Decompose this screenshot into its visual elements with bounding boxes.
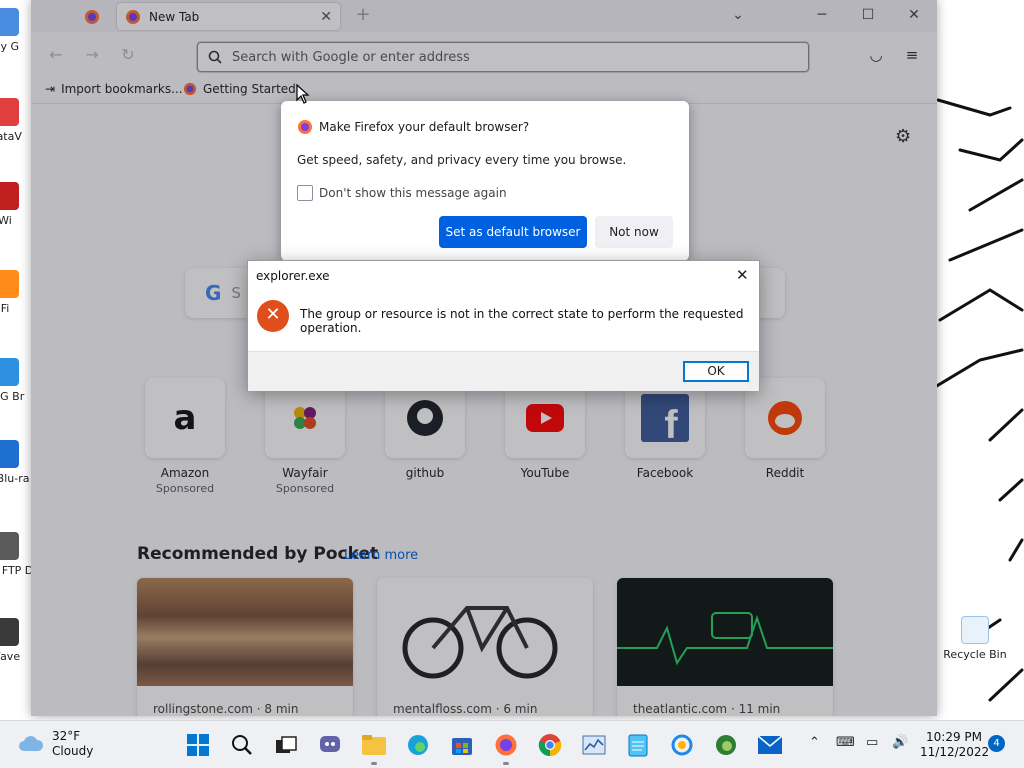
set-default-button[interactable]: Set as default browser (439, 216, 587, 248)
taskbar-edge[interactable] (402, 729, 434, 761)
modal-title: Make Firefox your default browser? (319, 120, 530, 134)
windows-icon (187, 734, 209, 756)
task-view-icon (276, 736, 297, 753)
task-view[interactable] (270, 729, 302, 761)
app-icon (0, 358, 19, 386)
notepad-icon (628, 734, 648, 757)
weather-widget[interactable]: 32°F Cloudy (18, 729, 93, 759)
notification-badge[interactable]: 4 (988, 735, 1005, 752)
clock[interactable]: 10:29 PM 11/12/2022 (920, 730, 990, 760)
keyboard-icon[interactable]: ⌨ (836, 735, 855, 750)
app-icon (0, 532, 19, 560)
app-icon (0, 618, 19, 646)
app-icon (0, 270, 19, 298)
app-icon (0, 440, 19, 468)
app-icon (0, 8, 19, 36)
taskbar-mail[interactable] (754, 729, 786, 761)
recycle-bin-icon (961, 616, 989, 644)
error-message: The group or resource is not in the corr… (300, 307, 744, 335)
chevron-up-icon[interactable]: ⌃ (809, 735, 820, 750)
folder-icon (362, 735, 386, 755)
not-now-button[interactable]: Not now (595, 216, 673, 248)
running-indicator (371, 762, 377, 765)
modal-body: Get speed, safety, and privacy every tim… (297, 153, 627, 167)
store-icon (452, 738, 472, 755)
taskbar-firefox[interactable] (490, 729, 522, 761)
running-indicator (503, 762, 509, 765)
firefox-icon (298, 120, 312, 134)
recycle-bin[interactable]: Recycle Bin (940, 616, 1010, 661)
mouse-cursor-icon (296, 84, 310, 104)
weather-temp: 32°F (52, 729, 81, 743)
dialog-title: explorer.exe (256, 269, 330, 283)
edge-icon (408, 735, 428, 755)
mail-icon (758, 736, 782, 754)
time: 10:29 PM (926, 730, 982, 744)
edge-dev-icon (716, 735, 736, 755)
explorer-error-dialog: explorer.exe ✕ ✕ The group or resource i… (247, 260, 760, 391)
ok-button[interactable]: OK (683, 361, 749, 382)
error-icon: ✕ (257, 300, 289, 332)
ring-icon (671, 734, 693, 756)
taskbar-store[interactable] (446, 729, 478, 761)
app-icon (0, 182, 19, 210)
taskbar: 32°F Cloudy ⌃ ⌨ ▭ 🔊 10:29 PM 11/12/2022 … (0, 720, 1024, 768)
firefox-icon (495, 734, 517, 756)
start-button[interactable] (182, 729, 214, 761)
default-browser-modal: Make Firefox your default browser? Get s… (281, 101, 689, 261)
taskbar-chrome[interactable] (534, 729, 566, 761)
taskbar-perfmon[interactable] (578, 729, 610, 761)
taskbar-chat[interactable] (314, 729, 346, 761)
chrome-icon (538, 734, 562, 757)
taskbar-search[interactable] (226, 729, 258, 761)
checkbox-box[interactable] (297, 185, 313, 201)
device-icon[interactable]: ▭ (866, 735, 878, 750)
date: 11/12/2022 (920, 745, 990, 759)
taskbar-edge-dev[interactable] (710, 729, 742, 761)
chat-icon (320, 736, 340, 752)
taskbar-file-explorer[interactable] (358, 729, 390, 761)
taskbar-app-ring[interactable] (666, 729, 698, 761)
cloud-icon (19, 736, 44, 751)
app-icon (0, 98, 19, 126)
monitor-graph-icon (582, 735, 606, 755)
weather-desc: Cloudy (52, 744, 94, 758)
taskbar-notepad[interactable] (622, 729, 654, 761)
dont-show-again-checkbox[interactable]: Don't show this message again (297, 185, 507, 201)
dialog-footer: OK (248, 351, 759, 391)
search-icon (232, 735, 252, 755)
close-icon[interactable]: ✕ (736, 266, 749, 284)
volume-icon[interactable]: 🔊 (892, 735, 908, 750)
modal-header: Make Firefox your default browser? (297, 119, 529, 135)
